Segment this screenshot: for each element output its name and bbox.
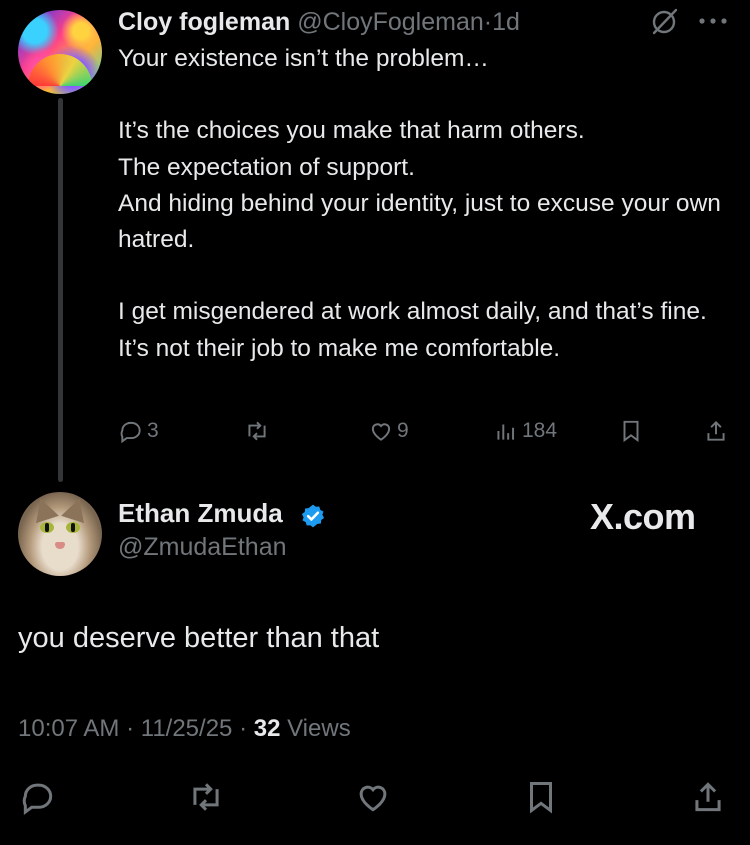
reply-count: 3 <box>147 419 159 442</box>
brand-watermark: X.com <box>590 496 696 537</box>
separator: · <box>126 715 135 742</box>
cat-nose <box>55 542 65 549</box>
avatar-cloy[interactable] <box>18 10 102 94</box>
separator: · <box>239 715 248 742</box>
tweet-line <box>118 258 728 294</box>
repost-button[interactable] <box>244 418 273 444</box>
views-button[interactable]: 184 <box>493 418 557 444</box>
tweet-text: Your existence isn’t the problem… It’s t… <box>118 41 728 367</box>
thread-line <box>58 98 63 482</box>
like-button[interactable]: 9 <box>368 418 409 444</box>
heart-icon <box>371 423 391 441</box>
cat-ear <box>61 494 91 524</box>
heart-icon <box>359 785 387 812</box>
share-icon <box>707 420 725 441</box>
repost-icon <box>248 421 266 441</box>
reply-text: you deserve better than that <box>18 622 380 654</box>
reply-bookmark-button[interactable] <box>522 778 560 821</box>
author-name[interactable]: Cloy fogleman <box>118 8 290 36</box>
reply-share-button[interactable] <box>689 778 727 821</box>
cat-eye <box>40 522 54 533</box>
grok-icon[interactable] <box>648 6 680 38</box>
reply-author-name[interactable]: Ethan Zmuda <box>118 498 283 529</box>
tweet-time[interactable]: 1d <box>492 8 520 36</box>
avatar-ethan[interactable] <box>18 492 102 576</box>
tweet-header: Cloy fogleman @CloyFogleman·1d <box>118 8 520 37</box>
views-count: 184 <box>522 419 558 442</box>
cat-eye <box>66 522 80 533</box>
reply-author-handle[interactable]: @ZmudaEthan <box>118 533 287 562</box>
reply-views-count: 32 <box>253 715 281 742</box>
tweet-line <box>118 77 728 113</box>
reply-icon <box>22 783 53 816</box>
reply-views-label[interactable]: Views <box>287 715 351 742</box>
bookmark-icon <box>529 782 553 814</box>
cat-ear <box>29 494 59 524</box>
reply-reply-button[interactable] <box>19 778 57 821</box>
tweet-line: The expectation of support. <box>118 153 415 181</box>
reply-icon <box>120 421 141 444</box>
reply-time[interactable]: 10:07 AM <box>18 715 119 742</box>
bookmark-icon <box>623 420 639 443</box>
separator: · <box>483 8 493 36</box>
more-icon[interactable] <box>696 10 730 32</box>
tweet-line: Your existence isn’t the problem… <box>118 45 489 72</box>
tweet-line: It’s not their job to make me comfortabl… <box>118 334 561 362</box>
tweet-line: And hiding behind your identity, just to… <box>118 189 721 253</box>
tweet-line: It’s the choices you make that harm othe… <box>118 117 585 145</box>
reply-meta: 10:07 AM · 11/25/25 · 32 Views <box>18 715 351 743</box>
bookmark-button[interactable] <box>618 418 644 444</box>
share-button[interactable] <box>703 418 729 444</box>
reply-repost-button[interactable] <box>187 778 225 821</box>
reply-button[interactable]: 3 <box>118 418 159 444</box>
verified-badge-icon <box>301 504 325 528</box>
share-icon <box>695 782 721 812</box>
repost-icon <box>193 783 219 811</box>
like-count: 9 <box>397 419 409 442</box>
author-handle[interactable]: @CloyFogleman <box>297 8 484 36</box>
reply-date[interactable]: 11/25/25 <box>141 715 233 742</box>
reply-like-button[interactable] <box>354 778 392 821</box>
rainbow-graphic <box>28 54 92 86</box>
tweet-line: I get misgendered at work almost daily, … <box>118 298 707 326</box>
views-icon <box>497 424 515 440</box>
